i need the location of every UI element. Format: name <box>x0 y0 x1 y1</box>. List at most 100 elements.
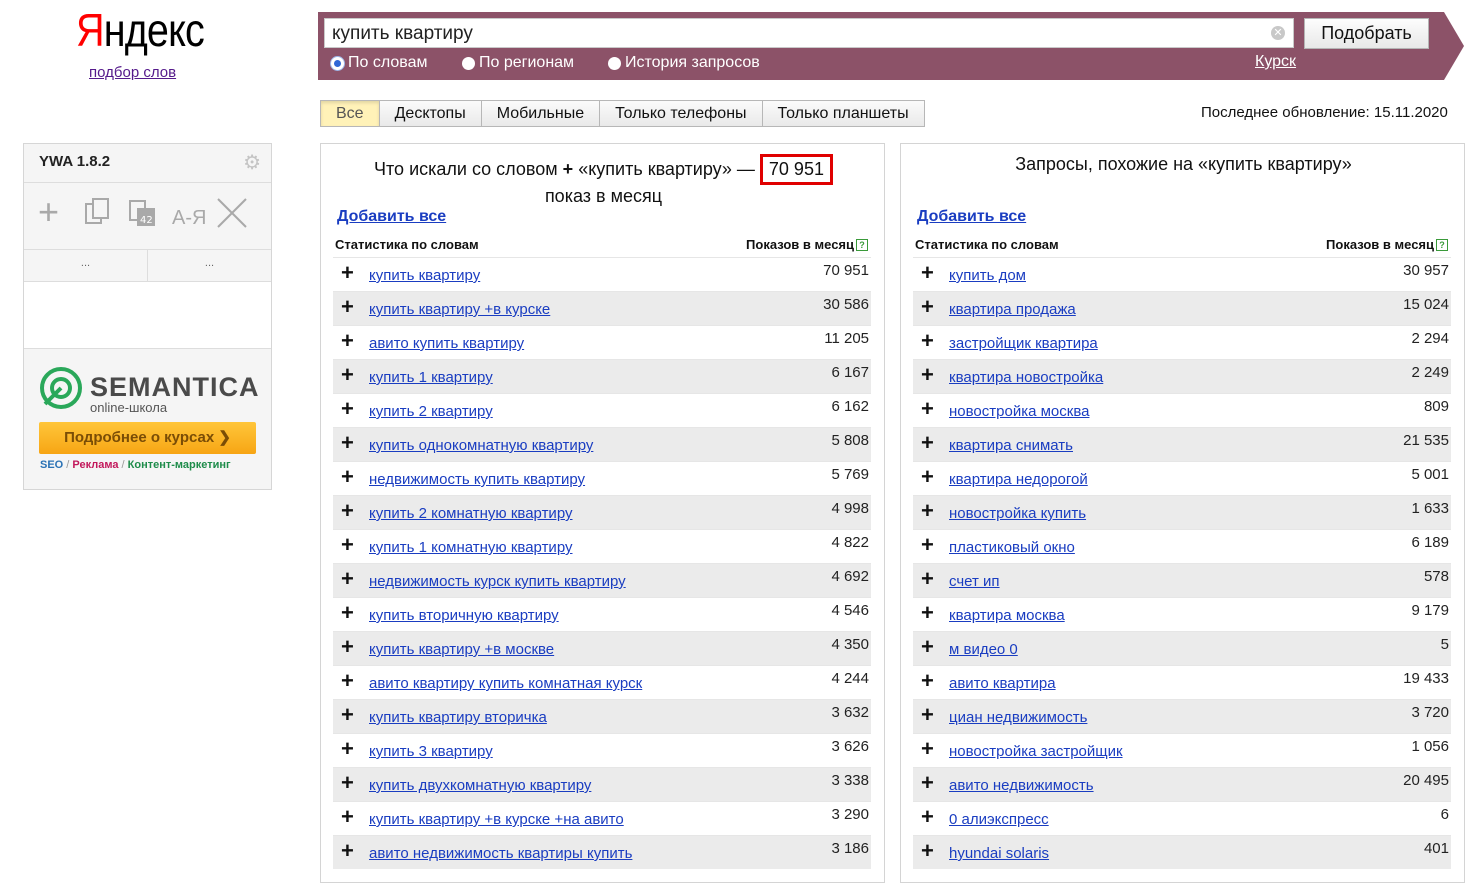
keyword-link[interactable]: авито квартира <box>949 675 1056 692</box>
plus-icon[interactable]: + <box>341 262 354 284</box>
keyword-link[interactable]: новостройка купить <box>949 505 1086 522</box>
ywa-col-2[interactable]: ... <box>148 249 271 281</box>
copy-icon[interactable] <box>82 197 112 233</box>
plus-icon[interactable]: + <box>921 432 934 454</box>
plus-icon[interactable]: + <box>341 840 354 862</box>
keyword-link[interactable]: авито купить квартиру <box>369 335 524 352</box>
keyword-link[interactable]: квартира продажа <box>949 301 1076 318</box>
keyword-link[interactable]: купить 1 комнатную квартиру <box>369 539 573 556</box>
plus-icon[interactable]: + <box>921 704 934 726</box>
plus-icon[interactable]: + <box>341 330 354 352</box>
plus-icon[interactable]: + <box>341 432 354 454</box>
keyword-link[interactable]: недвижимость купить квартиру <box>369 471 585 488</box>
keyword-link[interactable]: 0 алиэкспресс <box>949 811 1049 828</box>
keyword-link[interactable]: счет ип <box>949 573 1000 590</box>
add-all-link[interactable]: Добавить все <box>337 208 446 226</box>
region-link[interactable]: Курск <box>1255 53 1296 71</box>
add-all-link[interactable]: Добавить все <box>917 208 1026 226</box>
plus-icon[interactable]: + <box>341 738 354 760</box>
keyword-link[interactable]: м видео 0 <box>949 641 1018 658</box>
plus-icon[interactable]: + <box>921 772 934 794</box>
keyword-link[interactable]: купить квартиру вторичка <box>369 709 547 726</box>
keyword-link[interactable]: купить однокомнатную квартиру <box>369 437 593 454</box>
sort-az-icon[interactable]: А-Я <box>172 203 206 233</box>
keyword-link[interactable]: недвижимость курск купить квартиру <box>369 573 626 590</box>
plus-icon[interactable]: + <box>921 568 934 590</box>
plus-icon[interactable]: + <box>341 466 354 488</box>
plus-icon[interactable]: + <box>341 670 354 692</box>
plus-icon[interactable]: + <box>341 806 354 828</box>
keyword-link[interactable]: квартира недорогой <box>949 471 1088 488</box>
plus-icon[interactable]: + <box>921 670 934 692</box>
keyword-link[interactable]: циан недвижимость <box>949 709 1087 726</box>
keyword-link[interactable]: квартира москва <box>949 607 1065 624</box>
help-icon[interactable]: ? <box>856 239 868 251</box>
keyword-link[interactable]: квартира новостройка <box>949 369 1103 386</box>
keyword-link[interactable]: квартира снимать <box>949 437 1073 454</box>
keyword-link[interactable]: купить дом <box>949 267 1026 284</box>
ywa-col-1[interactable]: ... <box>24 249 148 281</box>
plus-icon[interactable]: + <box>921 806 934 828</box>
keyword-link[interactable]: новостройка москва <box>949 403 1089 420</box>
shows-count: 6 167 <box>831 364 869 381</box>
tab-all[interactable]: Все <box>321 101 380 126</box>
keyword-link[interactable]: авито недвижимость <box>949 777 1094 794</box>
count-icon[interactable]: 42 <box>126 197 158 235</box>
courses-button[interactable]: Подробнее о курсах ❯ <box>39 422 256 454</box>
plus-icon[interactable]: + <box>341 568 354 590</box>
tab-mobile[interactable]: Мобильные <box>482 101 601 126</box>
keyword-link[interactable]: новостройка застройщик <box>949 743 1123 760</box>
help-icon[interactable]: ? <box>1436 239 1448 251</box>
keyword-link[interactable]: купить 3 квартиру <box>369 743 493 760</box>
plus-icon[interactable]: + <box>921 364 934 386</box>
plus-icon[interactable]: + <box>921 636 934 658</box>
close-icon[interactable] <box>216 197 248 235</box>
keyword-link[interactable]: купить 2 комнатную квартиру <box>369 505 573 522</box>
tab-desktops[interactable]: Десктопы <box>380 101 482 126</box>
search-input[interactable]: купить квартиру ✕ <box>324 18 1294 48</box>
plus-icon[interactable]: + <box>341 602 354 624</box>
plus-icon[interactable]: + <box>341 500 354 522</box>
keyword-link[interactable]: купить квартиру +в москве <box>369 641 554 658</box>
keyword-link[interactable]: купить вторичную квартиру <box>369 607 559 624</box>
keyword-link[interactable]: авито квартиру купить комнатная курск <box>369 675 642 692</box>
plus-icon[interactable]: + <box>921 602 934 624</box>
wordstat-link[interactable]: подбор слов <box>89 64 176 81</box>
keyword-link[interactable]: купить двухкомнатную квартиру <box>369 777 591 794</box>
plus-icon[interactable]: + <box>921 534 934 556</box>
plus-icon[interactable]: + <box>921 840 934 862</box>
plus-icon[interactable]: + <box>921 330 934 352</box>
keyword-link[interactable]: купить 2 квартиру <box>369 403 493 420</box>
plus-icon[interactable]: + <box>341 704 354 726</box>
keyword-link[interactable]: застройщик квартира <box>949 335 1098 352</box>
plus-icon[interactable]: + <box>341 636 354 658</box>
tab-tablets[interactable]: Только планшеты <box>763 101 924 126</box>
mode-by-words[interactable]: По словам <box>331 54 427 72</box>
plus-icon[interactable]: + <box>341 772 354 794</box>
tab-phones[interactable]: Только телефоны <box>600 101 763 126</box>
plus-icon[interactable]: + <box>921 296 934 318</box>
plus-icon[interactable]: + <box>341 296 354 318</box>
plus-icon[interactable]: + <box>921 398 934 420</box>
keyword-link[interactable]: купить квартиру +в курске +на авито <box>369 811 624 828</box>
keyword-link[interactable]: пластиковый окно <box>949 539 1075 556</box>
search-button[interactable]: Подобрать <box>1304 18 1429 49</box>
keyword-link[interactable]: купить квартиру +в курске <box>369 301 550 318</box>
plus-icon[interactable]: + <box>341 398 354 420</box>
plus-icon[interactable]: + <box>921 500 934 522</box>
mode-by-regions[interactable]: По регионам <box>462 54 574 72</box>
plus-icon[interactable]: + <box>921 262 934 284</box>
plus-icon[interactable]: + <box>38 194 59 230</box>
keyword-link[interactable]: hyundai solaris <box>949 845 1049 862</box>
keyword-link[interactable]: авито недвижимость квартиры купить <box>369 845 632 862</box>
keyword-link[interactable]: купить 1 квартиру <box>369 369 493 386</box>
plus-icon[interactable]: + <box>341 534 354 556</box>
keyword-link[interactable]: купить квартиру <box>369 267 480 284</box>
clear-icon[interactable]: ✕ <box>1271 26 1285 40</box>
plus-icon[interactable]: + <box>921 738 934 760</box>
plus-icon[interactable]: + <box>921 466 934 488</box>
plus-icon[interactable]: + <box>341 364 354 386</box>
yandex-logo[interactable]: Яндекс <box>76 4 205 56</box>
gear-icon[interactable]: ⚙ <box>243 153 261 173</box>
mode-history[interactable]: История запросов <box>608 54 760 72</box>
